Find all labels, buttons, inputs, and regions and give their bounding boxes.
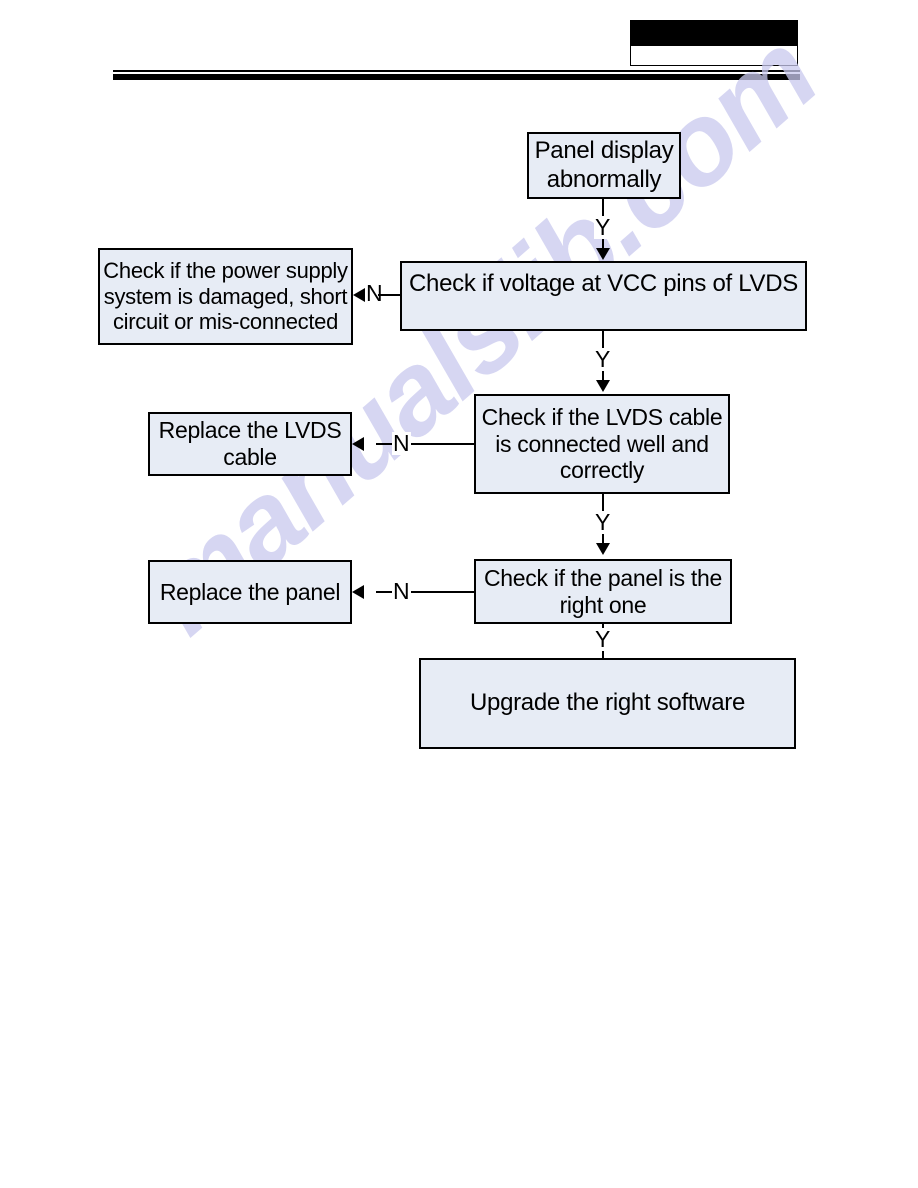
flow-node-check-vcc: Check if voltage at VCC pins of LVDS	[400, 261, 807, 331]
flow-node-check-cable: Check if the LVDS cable is connected wel…	[474, 394, 730, 494]
flow-node-replace-cable: Replace the LVDS cable	[148, 412, 352, 476]
flow-node-check-panel: Check if the panel is the right one	[474, 559, 732, 624]
flow-node-replace-panel-line-1: Replace the panel	[159, 578, 341, 605]
flow-node-check-panel-line-1: Check if the panel is the	[484, 564, 722, 591]
arrowhead-vcc-to-power-supply	[353, 288, 365, 302]
arrowhead-cable-to-replace-cable	[352, 437, 364, 451]
flow-node-start: Panel display abnormally	[527, 132, 681, 199]
branch-label-no-2: N	[392, 430, 411, 456]
flow-node-power-supply: Check if the power supply system is dama…	[98, 248, 353, 345]
header-rule-thin	[113, 70, 800, 72]
connector-cable-to-replace-cable	[376, 443, 474, 445]
header-black-block	[630, 20, 798, 46]
flow-node-replace-cable-line-2: cable	[223, 444, 277, 470]
flow-node-check-vcc-line-1: Check if voltage at VCC pins of LVDS	[409, 270, 798, 297]
flow-node-check-cable-line-1: Check if the LVDS cable	[481, 403, 723, 430]
header-white-block	[630, 46, 798, 66]
flow-node-power-supply-line-2: system is damaged, short	[103, 283, 348, 309]
arrowhead-panel-to-replace-panel	[352, 585, 364, 599]
branch-label-yes-2: Y	[594, 346, 612, 372]
header-rule-thick	[113, 74, 800, 80]
connector-panel-to-replace-panel	[376, 591, 474, 593]
arrowhead-cable-to-panel	[596, 543, 610, 555]
branch-label-yes-4: Y	[594, 626, 612, 652]
flow-node-check-panel-line-2: right one	[559, 591, 647, 618]
flow-node-start-line-2: abnormally	[546, 165, 662, 193]
flow-node-upgrade-software: Upgrade the right software	[419, 658, 796, 749]
flow-node-start-line-1: Panel display	[534, 137, 674, 165]
branch-label-yes-3: Y	[594, 509, 612, 535]
branch-label-no-1: N	[366, 280, 383, 306]
page-canvas: manualslib.com Panel display abnormally …	[0, 0, 918, 1188]
flow-node-check-cable-line-2: is connected well and	[495, 430, 709, 457]
arrowhead-vcc-to-cable	[596, 380, 610, 392]
arrowhead-start-to-vcc	[596, 248, 610, 260]
branch-label-yes-1: Y	[594, 214, 612, 240]
flow-node-check-cable-line-3: correctly	[559, 457, 645, 484]
flow-node-replace-panel: Replace the panel	[148, 560, 352, 624]
flow-node-power-supply-line-1: Check if the power supply	[103, 257, 348, 283]
flow-node-replace-cable-line-1: Replace the LVDS	[158, 417, 342, 444]
branch-label-no-3: N	[392, 578, 411, 604]
flow-node-power-supply-line-3: circuit or mis-connected	[112, 309, 339, 335]
flow-node-upgrade-software-line-1: Upgrade the right software	[469, 689, 746, 717]
